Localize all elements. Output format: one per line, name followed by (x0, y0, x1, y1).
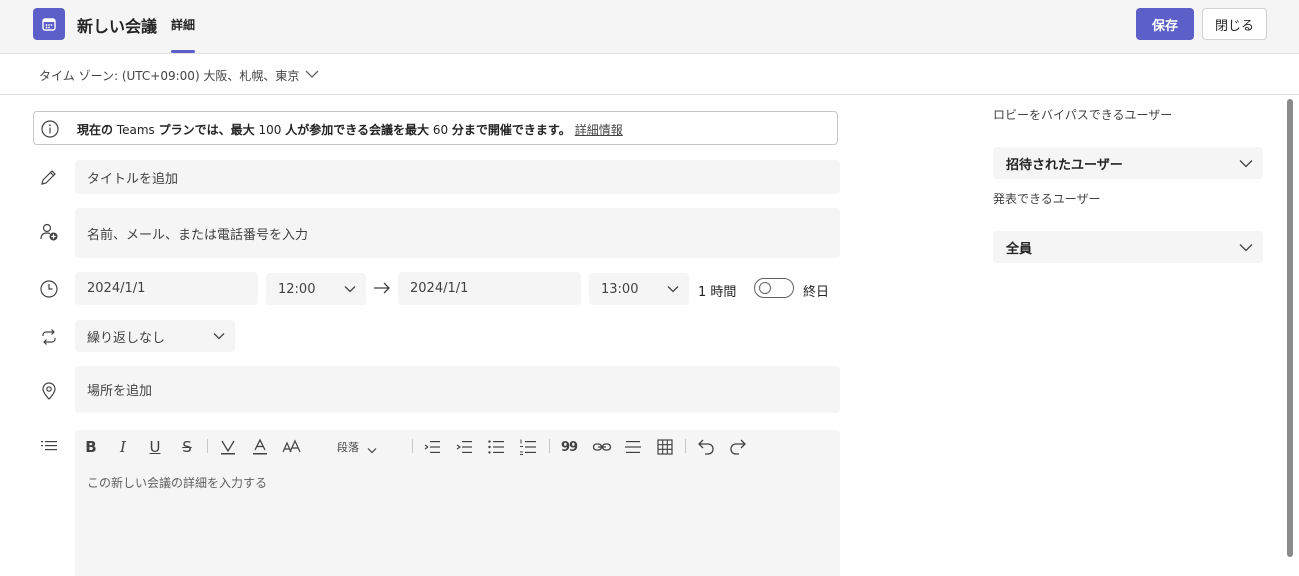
font-color-icon[interactable] (251, 437, 269, 457)
timezone-bar: タイム ゾーン: (UTC+09:00) 大阪、札幌、東京 (0, 54, 1299, 95)
page-title: 新しい会議 (77, 17, 158, 36)
lobby-bypass-label: ロビーをバイパスできるユーザー (993, 108, 1173, 122)
repeat-value: 繰り返しなし (87, 330, 166, 346)
duration-text: 1 時間 (698, 285, 737, 300)
calendar-icon (33, 8, 65, 40)
presenters-label: 発表できるユーザー (993, 192, 1101, 206)
timezone-selector[interactable]: タイム ゾーン: (UTC+09:00) 大阪、札幌、東京 (39, 67, 299, 84)
start-date-input[interactable]: 2024/1/1 (75, 272, 258, 305)
italic-button[interactable]: I (115, 437, 131, 457)
tab-details[interactable]: 詳細 (171, 16, 196, 54)
link-icon[interactable] (592, 437, 612, 457)
pencil-icon (41, 170, 56, 185)
repeat-icon (42, 329, 56, 345)
all-day-label: 終日 (803, 285, 830, 300)
scrollbar[interactable] (1287, 99, 1293, 557)
chevron-down-icon (213, 333, 225, 340)
toolbar-separator (549, 439, 550, 453)
toggle-knob (759, 282, 771, 294)
text-align-icon (41, 441, 57, 451)
tab-active-indicator (171, 50, 196, 53)
highlight-icon[interactable] (219, 437, 237, 457)
chevron-down-icon[interactable] (367, 441, 377, 461)
chevron-down-icon (1239, 160, 1253, 168)
start-time-value: 12:00 (278, 281, 316, 297)
table-icon[interactable] (656, 437, 674, 457)
presenters-select[interactable]: 全員 (993, 231, 1263, 263)
tab-details-label: 詳細 (171, 18, 196, 32)
redo-icon[interactable] (729, 437, 747, 457)
quote-button[interactable]: 99 (561, 437, 578, 457)
location-input[interactable]: 場所を追加 (75, 366, 840, 413)
editor-toolbar: B I U S 段落 99 (75, 430, 840, 464)
end-time-value: 13:00 (601, 281, 639, 297)
lobby-bypass-select[interactable]: 招待されたユーザー (993, 147, 1263, 179)
end-date-input[interactable]: 2024/1/1 (398, 272, 581, 305)
end-time-select[interactable]: 13:00 (589, 273, 689, 305)
info-icon (41, 120, 59, 138)
chevron-down-icon[interactable] (304, 68, 320, 80)
title-input[interactable]: タイトルを追加 (75, 160, 840, 194)
start-time-select[interactable]: 12:00 (266, 273, 366, 305)
font-size-icon[interactable] (281, 437, 301, 457)
toolbar-separator (207, 439, 208, 453)
strikethrough-button[interactable]: S (179, 437, 195, 457)
toolbar-separator (412, 439, 413, 453)
top-bar: 新しい会議 詳細 保存 閉じる (0, 0, 1299, 54)
save-button[interactable]: 保存 (1136, 8, 1194, 40)
paragraph-select[interactable]: 段落 (337, 437, 359, 457)
details-placeholder: この新しい会議の詳細を入力する (87, 476, 268, 490)
lobby-bypass-value: 招待されたユーザー (1006, 157, 1123, 173)
underline-button[interactable]: U (147, 437, 163, 457)
chevron-down-icon (1239, 244, 1253, 252)
horizontal-rule-icon[interactable] (624, 437, 642, 457)
details-editor[interactable]: B I U S 段落 99 この新しい会議の詳細を入力する (75, 430, 840, 576)
all-day-toggle[interactable] (754, 278, 794, 298)
bulleted-list-icon[interactable] (487, 437, 505, 457)
chevron-down-icon (667, 286, 679, 293)
banner-text: 現在の Teams プランでは、最大 100 人が参加できる会議を最大 60 分… (77, 123, 623, 137)
bold-button[interactable]: B (83, 437, 99, 457)
decrease-indent-icon[interactable] (424, 437, 442, 457)
plan-limit-banner: 現在の Teams プランでは、最大 100 人が参加できる会議を最大 60 分… (33, 111, 838, 145)
close-button[interactable]: 閉じる (1202, 8, 1267, 40)
attendees-input[interactable]: 名前、メール、または電話番号を入力 (75, 208, 840, 258)
undo-icon[interactable] (697, 437, 715, 457)
add-person-icon (40, 223, 58, 241)
increase-indent-icon[interactable] (456, 437, 474, 457)
learn-more-link[interactable]: 詳細情報 (575, 123, 623, 137)
location-pin-icon (42, 382, 56, 400)
toolbar-separator (685, 439, 686, 453)
presenters-value: 全員 (1006, 241, 1033, 257)
numbered-list-icon[interactable] (519, 437, 537, 457)
chevron-down-icon (344, 286, 356, 293)
repeat-select[interactable]: 繰り返しなし (75, 320, 235, 352)
arrow-right-icon (374, 282, 390, 294)
clock-icon (40, 280, 58, 298)
